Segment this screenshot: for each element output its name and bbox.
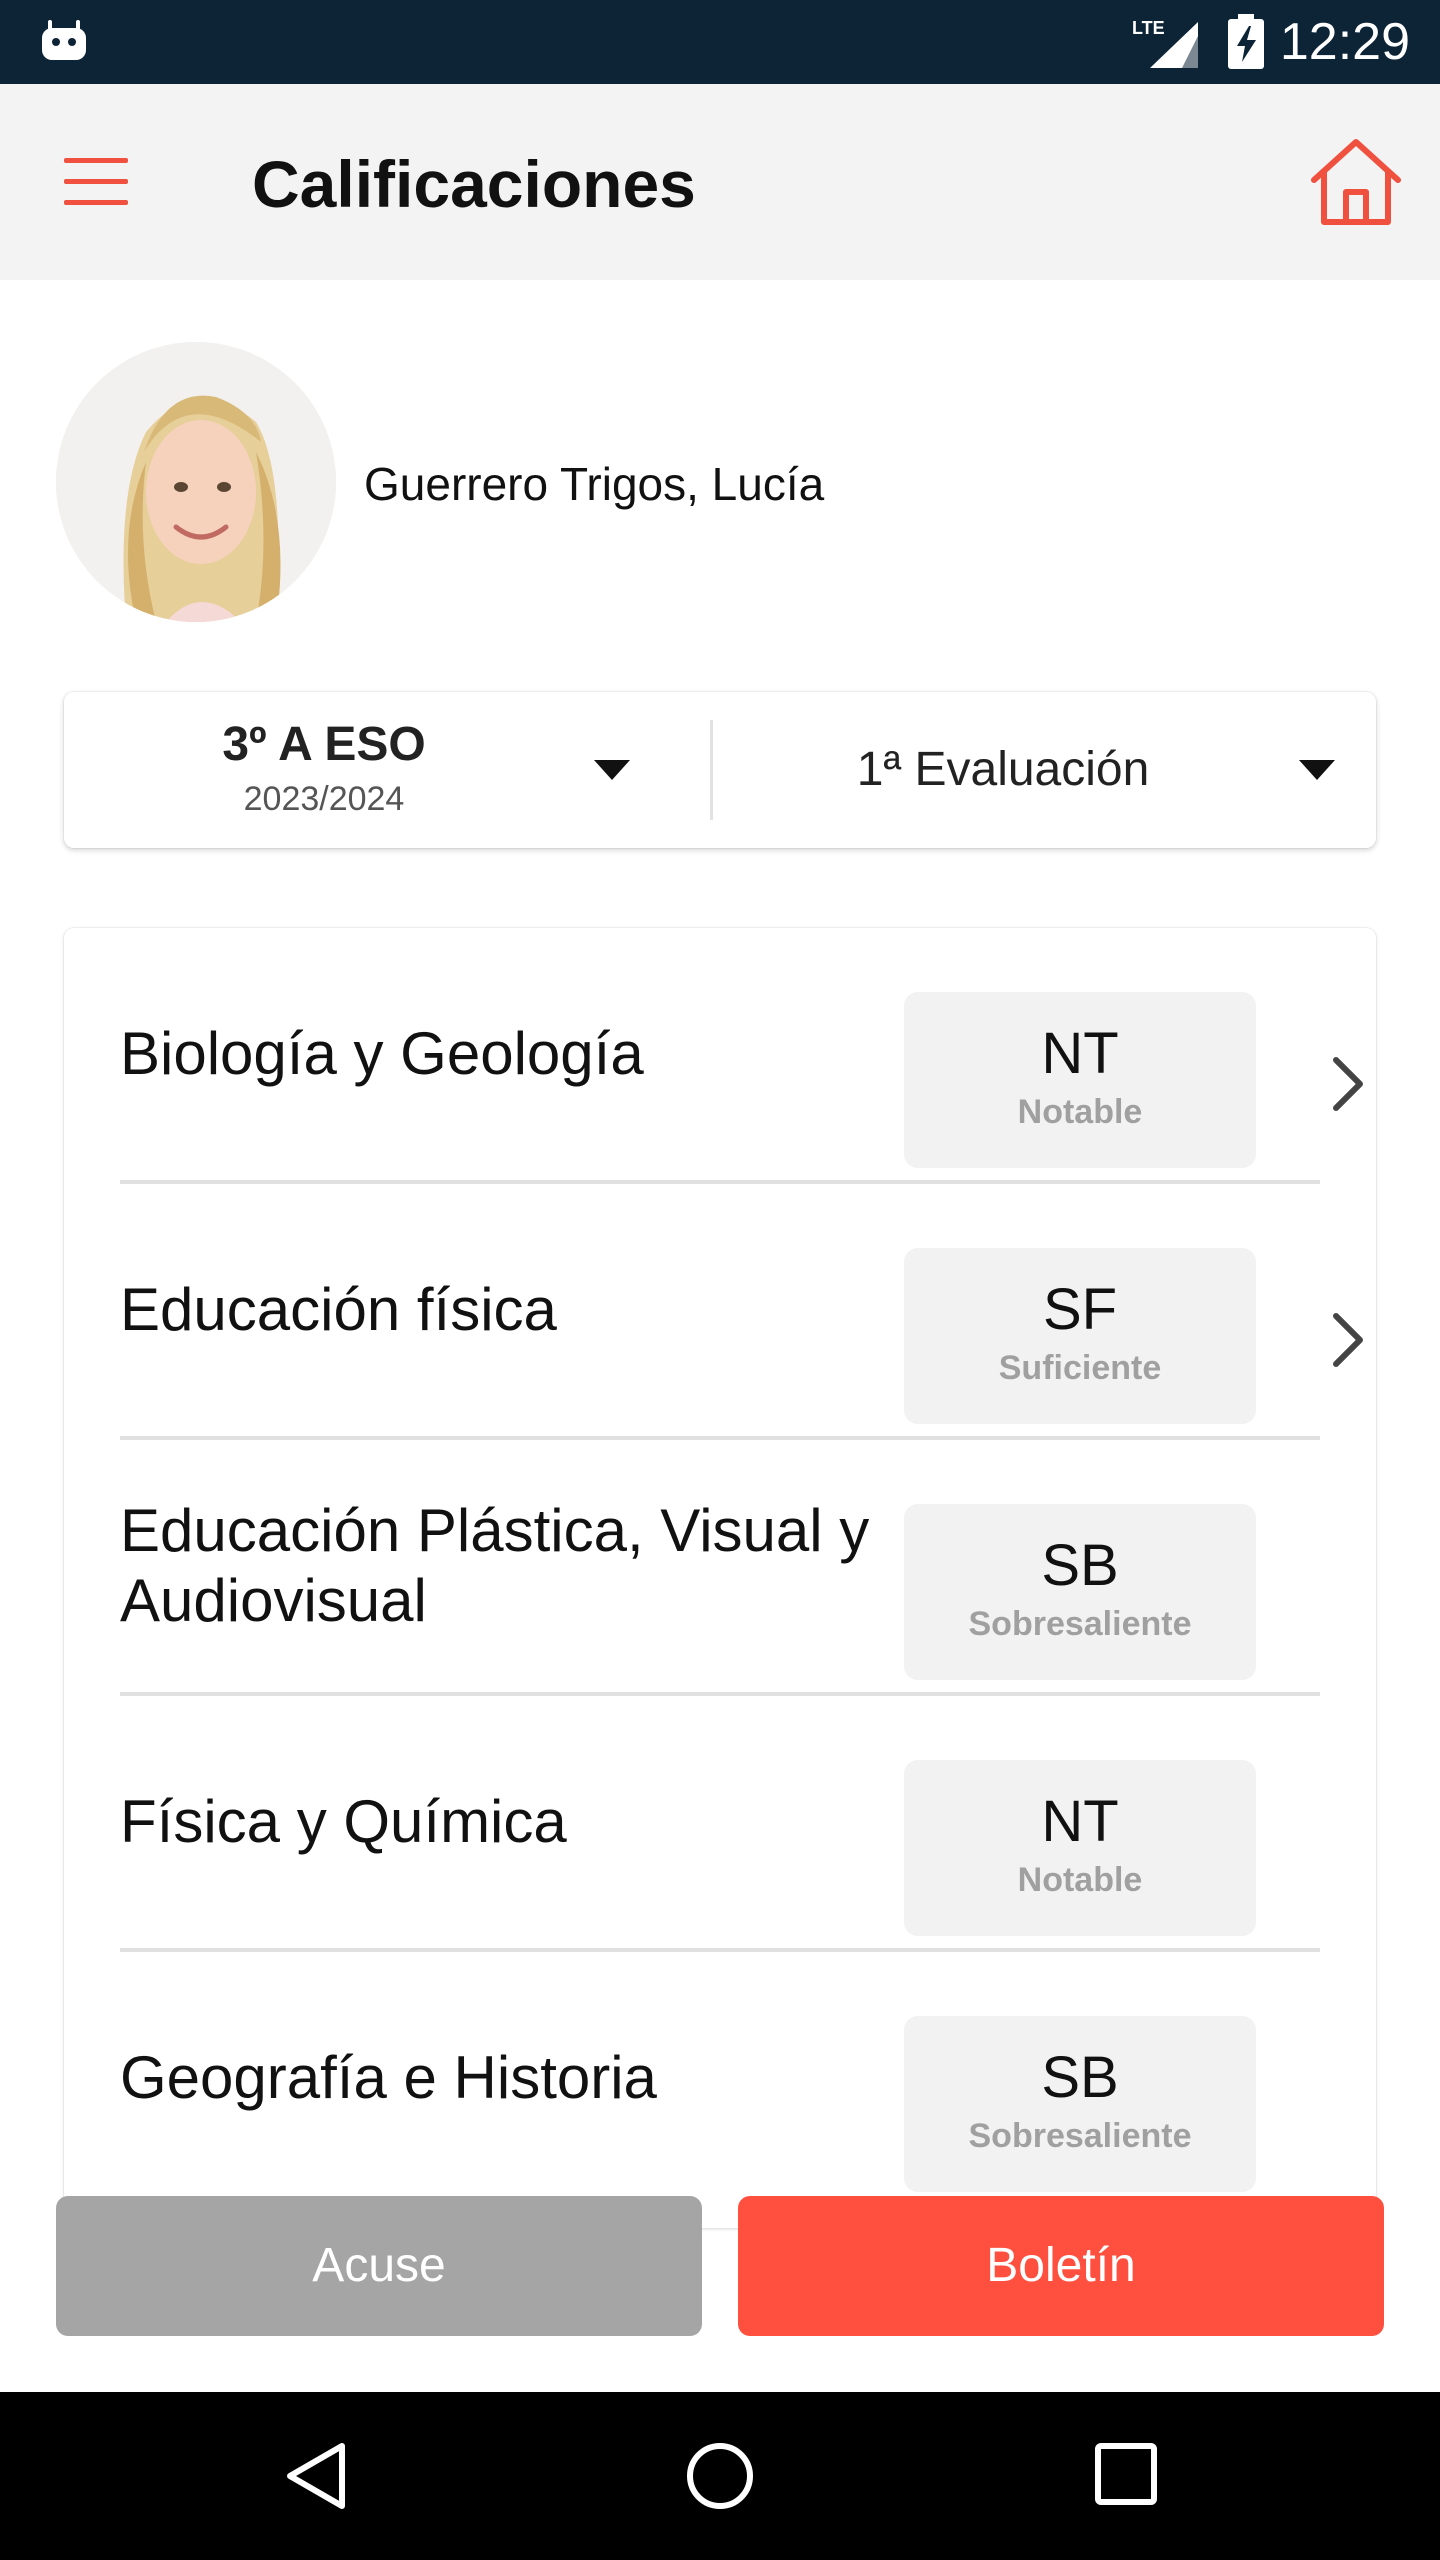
grade-badge: NT Notable [904,992,1256,1168]
grade-label: Notable [1017,1093,1143,1131]
subject-name: Biología y Geología [120,1020,644,1087]
back-icon[interactable] [284,2440,348,2512]
subject-name: Física y Química [120,1788,567,1855]
grade-abbr: NT [1041,1021,1119,1086]
evaluation-label: 1ª Evaluación [856,743,1150,796]
grade-abbr: NT [1041,1789,1119,1854]
recent-apps-icon[interactable] [1094,2442,1158,2506]
home-circle-icon[interactable] [686,2442,754,2510]
acuse-button[interactable]: Acuse [56,2196,702,2336]
grade-row[interactable]: Geografía e Historia SB Sobresaliente [120,1952,1320,2208]
grade-row[interactable]: Educación Plástica, Visual y Audiovisual… [120,1440,1320,1696]
grade-badge: SF Suficiente [904,1248,1256,1424]
app-bar: Calificaciones [0,84,1440,280]
subject-name: Geografía e Historia [120,2044,657,2111]
svg-text:LTE: LTE [1132,18,1165,38]
page-title: Calificaciones [252,147,696,221]
grade-badge: NT Notable [904,1760,1256,1936]
grade-row[interactable]: Física y Química NT Notable [120,1696,1320,1952]
student-avatar [56,342,336,622]
lte-signal-icon: LTE [1132,18,1198,68]
battery-charging-icon [1228,14,1264,69]
home-icon[interactable] [1308,136,1404,228]
grade-label: Sobresaliente [968,1605,1192,1643]
grade-badge: SB Sobresaliente [904,2016,1256,2192]
grade-row[interactable]: Educación física SF Suficiente [120,1184,1363,1440]
grade-label: Notable [1017,1861,1143,1899]
course-selector[interactable]: 3º A ESO 2023/2024 [64,692,710,848]
chevron-right-icon[interactable] [1328,1312,1368,1368]
android-icon [42,20,86,60]
grade-badge: SB Sobresaliente [904,1504,1256,1680]
status-bar: LTE 12:29 [0,0,1440,84]
course-name: 3º A ESO [222,718,426,771]
grade-abbr: SB [1041,1533,1119,1598]
dropdown-caret-icon [1299,760,1335,780]
grade-abbr: SB [1041,2045,1119,2110]
grade-label: Sobresaliente [968,2117,1192,2155]
grade-abbr: SF [1042,1277,1118,1342]
dropdown-caret-icon [594,760,630,780]
grades-list: Biología y Geología NT Notable Educación… [64,928,1376,2228]
subject-name: Educación física [120,1276,557,1343]
subject-name: Educación Plástica, Visual y Audiovisual [120,1497,870,1634]
chevron-right-icon[interactable] [1328,1056,1368,1112]
boletin-button[interactable]: Boletín [738,2196,1384,2336]
student-name: Guerrero Trigos, Lucía [364,458,825,510]
menu-icon[interactable] [60,154,132,210]
grade-row[interactable]: Biología y Geología NT Notable [120,928,1363,1184]
clock: 12:29 [1279,13,1410,71]
navigation-bar [0,2392,1440,2560]
selector-card: 3º A ESO 2023/2024 1ª Evaluación [64,692,1376,848]
grade-label: Suficiente [998,1349,1162,1387]
evaluation-selector[interactable]: 1ª Evaluación [713,692,1376,848]
course-year: 2023/2024 [243,780,405,818]
